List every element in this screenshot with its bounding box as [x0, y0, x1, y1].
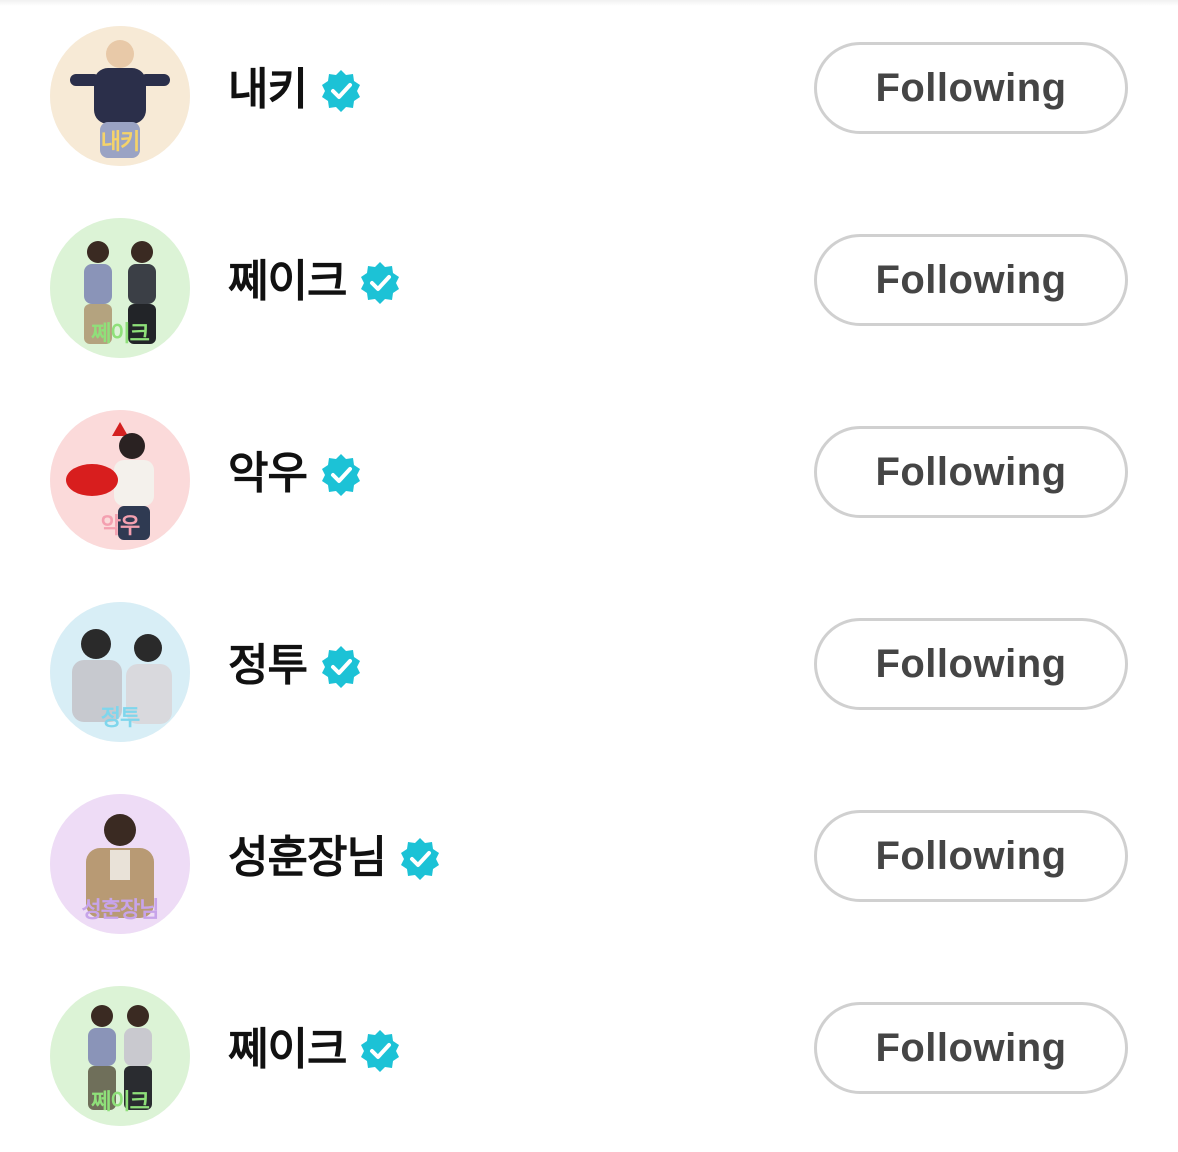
name-wrap: 악우 [228, 444, 363, 504]
list-item[interactable]: 쩨이크 쩨이크 Following [0, 960, 1178, 1152]
following-button[interactable]: Following [814, 810, 1128, 902]
avatar[interactable]: 내키 [50, 26, 190, 166]
name-wrap: 성훈장님 [228, 828, 442, 888]
list-item[interactable]: 악우 악우 Following [0, 384, 1178, 576]
verified-badge-icon [321, 646, 360, 688]
avatar[interactable]: 성훈장님 [50, 794, 190, 934]
username[interactable]: 쩨이크 [228, 1028, 347, 1072]
following-button[interactable]: Following [814, 42, 1128, 134]
username[interactable]: 쩨이크 [228, 260, 347, 304]
username[interactable]: 성훈장님 [228, 836, 387, 880]
verified-badge-icon [321, 454, 360, 496]
following-button[interactable]: Following [814, 1002, 1128, 1094]
name-wrap: 쩨이크 [228, 252, 402, 312]
name-wrap: 정투 [228, 636, 363, 696]
following-button[interactable]: Following [814, 234, 1128, 326]
username[interactable]: 내키 [228, 68, 308, 112]
following-button[interactable]: Following [814, 618, 1128, 710]
following-list: 내키 내키 Following 쩨이크 쩨이크 Following 악우 악우 … [0, 0, 1178, 1127]
verified-badge-icon [400, 838, 439, 880]
avatar[interactable]: 정투 [50, 602, 190, 742]
avatar-caption: 내키 [100, 130, 140, 155]
verified-badge-icon [361, 262, 400, 304]
name-wrap: 쩨이크 [228, 1020, 402, 1080]
list-item[interactable]: 정투 정투 Following [0, 576, 1178, 768]
username[interactable]: 악우 [228, 452, 308, 496]
avatar[interactable]: 쩨이크 [50, 218, 190, 358]
avatar-caption: 악우 [100, 514, 140, 539]
list-item[interactable]: 쩨이크 쩨이크 Following [0, 192, 1178, 384]
avatar[interactable]: 악우 [50, 410, 190, 550]
username[interactable]: 정투 [228, 644, 308, 688]
verified-badge-icon [321, 70, 360, 112]
avatar-caption: 쩨이크 [91, 322, 150, 347]
avatar-caption: 쩨이크 [91, 1090, 150, 1115]
verified-badge-icon [361, 1030, 400, 1072]
list-item[interactable]: 성훈장님 성훈장님 Following [0, 768, 1178, 960]
following-button[interactable]: Following [814, 426, 1128, 518]
avatar-caption: 성훈장님 [81, 898, 160, 923]
list-item[interactable]: 내키 내키 Following [0, 0, 1178, 192]
avatar-caption: 정투 [100, 706, 140, 731]
name-wrap: 내키 [228, 60, 363, 120]
avatar[interactable]: 쩨이크 [50, 986, 190, 1126]
